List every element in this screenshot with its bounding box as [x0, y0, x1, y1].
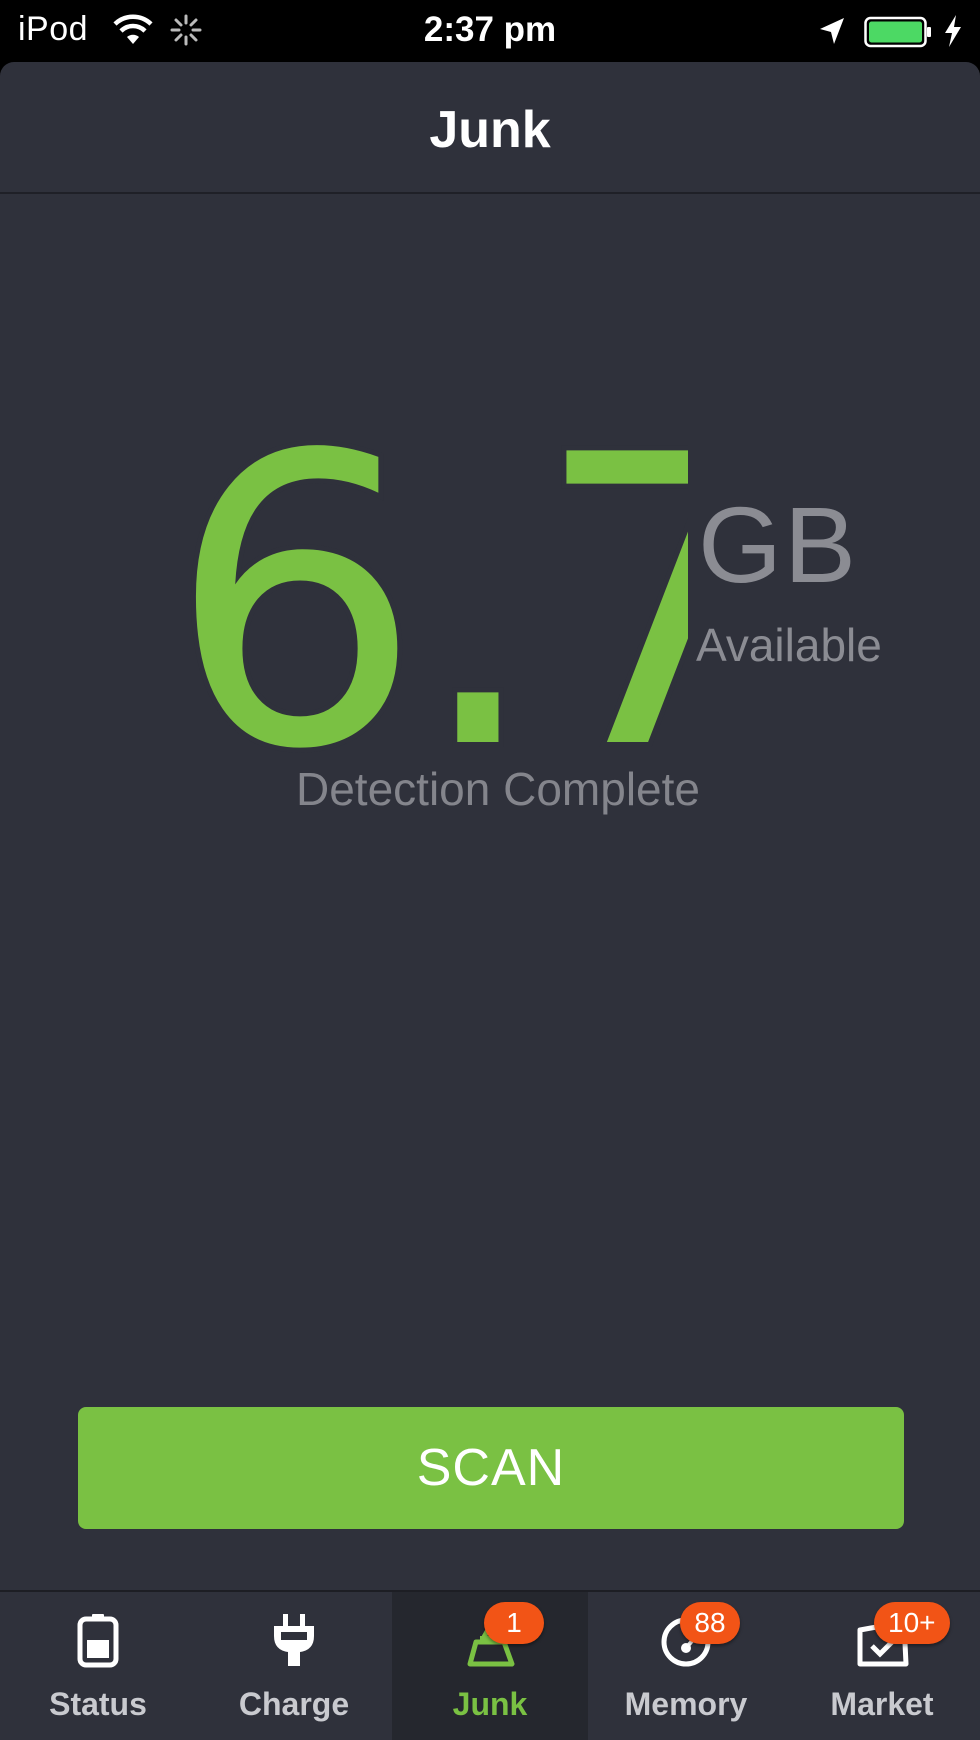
detection-status: Detection Complete: [296, 763, 700, 815]
tab-junk[interactable]: 1 Junk: [392, 1592, 588, 1740]
location-arrow-icon: [820, 18, 844, 44]
tab-status[interactable]: Status: [0, 1592, 196, 1740]
charging-bolt-icon: [945, 15, 961, 47]
tab-label: Status: [49, 1686, 147, 1722]
battery-icon: [864, 16, 931, 48]
tab-charge[interactable]: Charge: [196, 1592, 392, 1740]
tab-bar: Status Charge 1 Junk 88 Memory 10+ Marke…: [0, 1590, 980, 1740]
plug-icon: [274, 1614, 314, 1666]
tab-label: Junk: [452, 1686, 528, 1722]
tab-market[interactable]: 10+ Market: [784, 1592, 980, 1740]
memory-badge: 88: [680, 1602, 740, 1644]
battery-status-icon: [77, 1614, 119, 1668]
unit-label: GB: [698, 484, 859, 605]
available-caption: Available: [696, 619, 882, 671]
scan-button[interactable]: SCAN: [78, 1407, 904, 1529]
status-bar: iPod 2:37 pm: [0, 0, 980, 62]
available-space-number: 6.7: [168, 372, 688, 782]
page-title: Junk: [429, 101, 551, 159]
tab-label: Charge: [238, 1686, 350, 1722]
tab-label: Memory: [624, 1686, 748, 1722]
navigation-bar: Junk: [0, 62, 980, 194]
tab-memory[interactable]: 88 Memory: [588, 1592, 784, 1740]
tab-label: Market: [830, 1686, 934, 1722]
app-screen: Junk 6.7 GB Available Detection Complete…: [0, 62, 980, 1740]
junk-badge: 1: [484, 1602, 544, 1644]
market-badge: 10+: [874, 1602, 950, 1644]
available-space-value: 6.7: [168, 367, 688, 782]
